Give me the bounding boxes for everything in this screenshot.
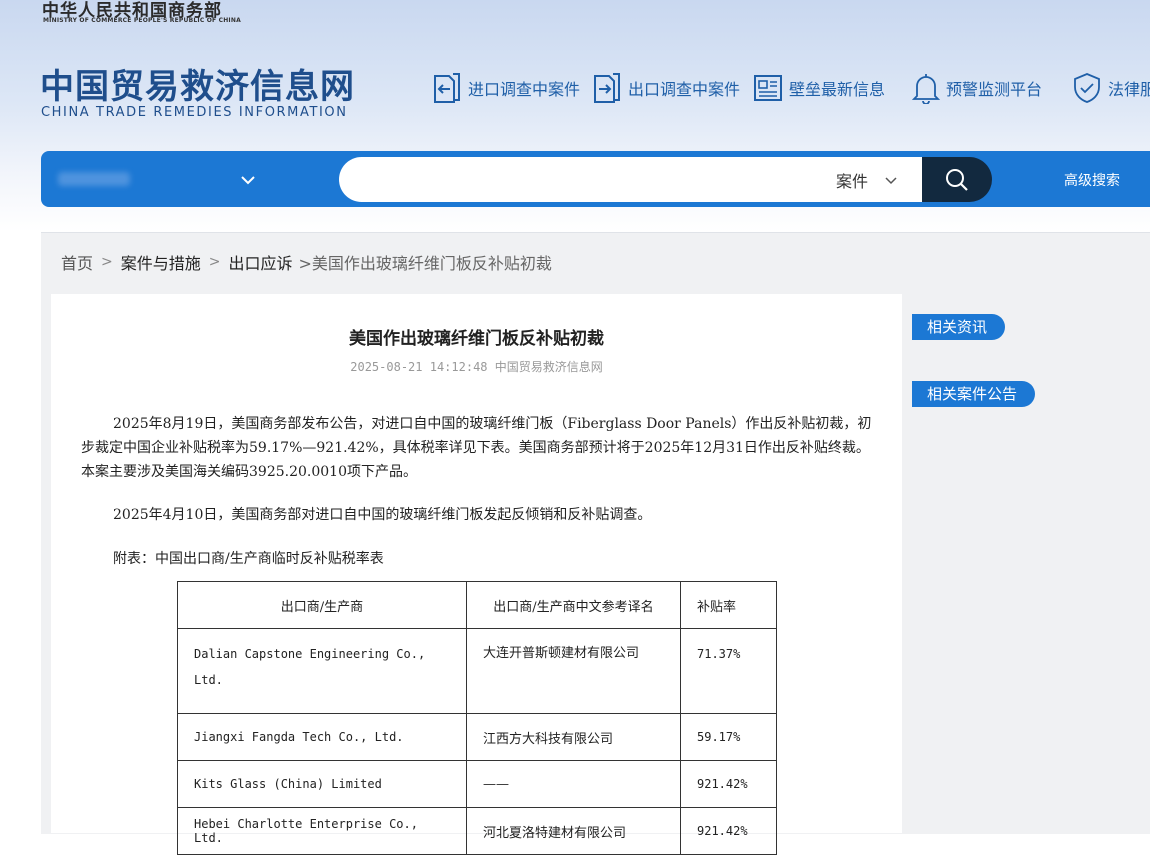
table-row: Jiangxi Fangda Tech Co., Ltd. 江西方大科技有限公司… [177, 713, 777, 761]
breadcrumb-separator: > [208, 254, 221, 270]
breadcrumb-separator: > [101, 254, 113, 270]
nav-legal-service[interactable]: 法律服 [1072, 70, 1150, 106]
table-header-cn-name: 出口商/生产商中文参考译名 [466, 581, 681, 629]
breadcrumb-home[interactable]: 首页 [61, 250, 93, 274]
import-doc-icon [434, 73, 460, 103]
table-header-rate: 补贴率 [680, 581, 777, 629]
chevron-down-icon [885, 176, 897, 184]
ministry-name-en: MINISTRY OF COMMERCE PEOPLE'S REPUBLIC O… [43, 17, 241, 24]
table-cell-rate: 59.17% [680, 713, 777, 761]
article-title: 美国作出玻璃纤维门板反补贴初裁 [349, 329, 604, 349]
table-cell-exporter: Dalian Capstone Engineering Co., Ltd. [177, 628, 467, 714]
site-logo-title[interactable]: 中国贸易救济信息网 [40, 59, 355, 108]
nav-warning-platform[interactable]: 预警监测平台 [912, 70, 1042, 106]
table-cell-rate: 921.42% [680, 760, 777, 808]
nav-import-cases-label: 进口调查中案件 [468, 80, 581, 99]
search-button[interactable] [922, 157, 992, 202]
table-row: Hebei Charlotte Enterprise Co., Ltd. 河北夏… [177, 807, 777, 855]
sidebar-related-cases[interactable]: 相关案件公告 [912, 381, 1036, 407]
search-icon [946, 168, 968, 191]
news-board-icon [754, 75, 782, 101]
table-cell-rate: 71.37% [680, 628, 777, 714]
advanced-search-link[interactable]: 高级搜索 [1064, 170, 1120, 190]
table-cell-rate: 921.42% [680, 807, 777, 855]
sidebar-related-news[interactable]: 相关资讯 [912, 314, 1006, 340]
table-cell-cn-name: 河北夏洛特建材有限公司 [466, 807, 681, 855]
region-select-value [58, 172, 130, 186]
table-cell-exporter: Hebei Charlotte Enterprise Co., Ltd. [177, 807, 467, 855]
breadcrumb-export-response[interactable]: 出口应诉 [229, 250, 293, 274]
subsidy-rate-table: 出口商/生产商 出口商/生产商中文参考译名 补贴率 Dalian Capston… [177, 581, 777, 855]
nav-import-cases[interactable]: 进口调查中案件 [432, 70, 580, 106]
article-table-caption: 附表：中国出口商/生产商临时反补贴税率表 [113, 551, 384, 567]
table-header-row: 出口商/生产商 出口商/生产商中文参考译名 补贴率 [177, 581, 777, 629]
nav-export-cases-label: 出口调查中案件 [628, 80, 741, 99]
nav-warning-platform-label: 预警监测平台 [946, 80, 1043, 99]
breadcrumb-current: >美国作出玻璃纤维门板反补贴初裁 [298, 254, 552, 273]
region-select[interactable] [58, 170, 268, 190]
table-row: Kits Glass (China) Limited —— 921.42% [177, 760, 777, 808]
table-row: Dalian Capstone Engineering Co., Ltd. 大连… [177, 628, 777, 714]
article-paragraph: 2025年4月10日，美国商务部对进口自中国的玻璃纤维门板发起反倾销和反补贴调查… [113, 507, 652, 523]
table-cell-exporter: Jiangxi Fangda Tech Co., Ltd. [177, 713, 467, 761]
table-cell-cn-name: 江西方大科技有限公司 [466, 713, 681, 761]
nav-barrier-news-label: 壁垒最新信息 [789, 80, 886, 99]
search-input[interactable] [362, 166, 816, 196]
table-header-exporter: 出口商/生产商 [177, 581, 467, 629]
table-cell-cn-name: —— [466, 760, 681, 808]
table-cell-exporter: Kits Glass (China) Limited [177, 760, 467, 808]
nav-export-cases[interactable]: 出口调查中案件 [592, 70, 740, 106]
site-logo-subtitle: CHINA TRADE REMEDIES INFORMATION [41, 105, 348, 120]
export-doc-icon [594, 73, 620, 103]
breadcrumb: 首页 > 案件与措施 > 出口应诉 >美国作出玻璃纤维门板反补贴初裁 [61, 250, 552, 274]
shield-check-icon [1074, 73, 1100, 103]
search-type-value: 案件 [836, 172, 869, 191]
nav-legal-service-label: 法律服 [1108, 80, 1150, 99]
table-cell-cn-name: 大连开普斯顿建材有限公司 [466, 628, 681, 714]
article-paragraph: 2025年8月19日，美国商务部发布公告，对进口自中国的玻璃纤维门板（Fiber… [81, 416, 872, 480]
article-meta: 2025-08-21 14:12:48 中国贸易救济信息网 [350, 360, 603, 374]
chevron-down-icon [241, 176, 255, 185]
search-type-select[interactable]: 案件 [836, 168, 898, 192]
breadcrumb-cases-measures[interactable]: 案件与措施 [121, 250, 201, 274]
nav-barrier-news[interactable]: 壁垒最新信息 [753, 70, 885, 106]
bell-icon [912, 74, 940, 104]
